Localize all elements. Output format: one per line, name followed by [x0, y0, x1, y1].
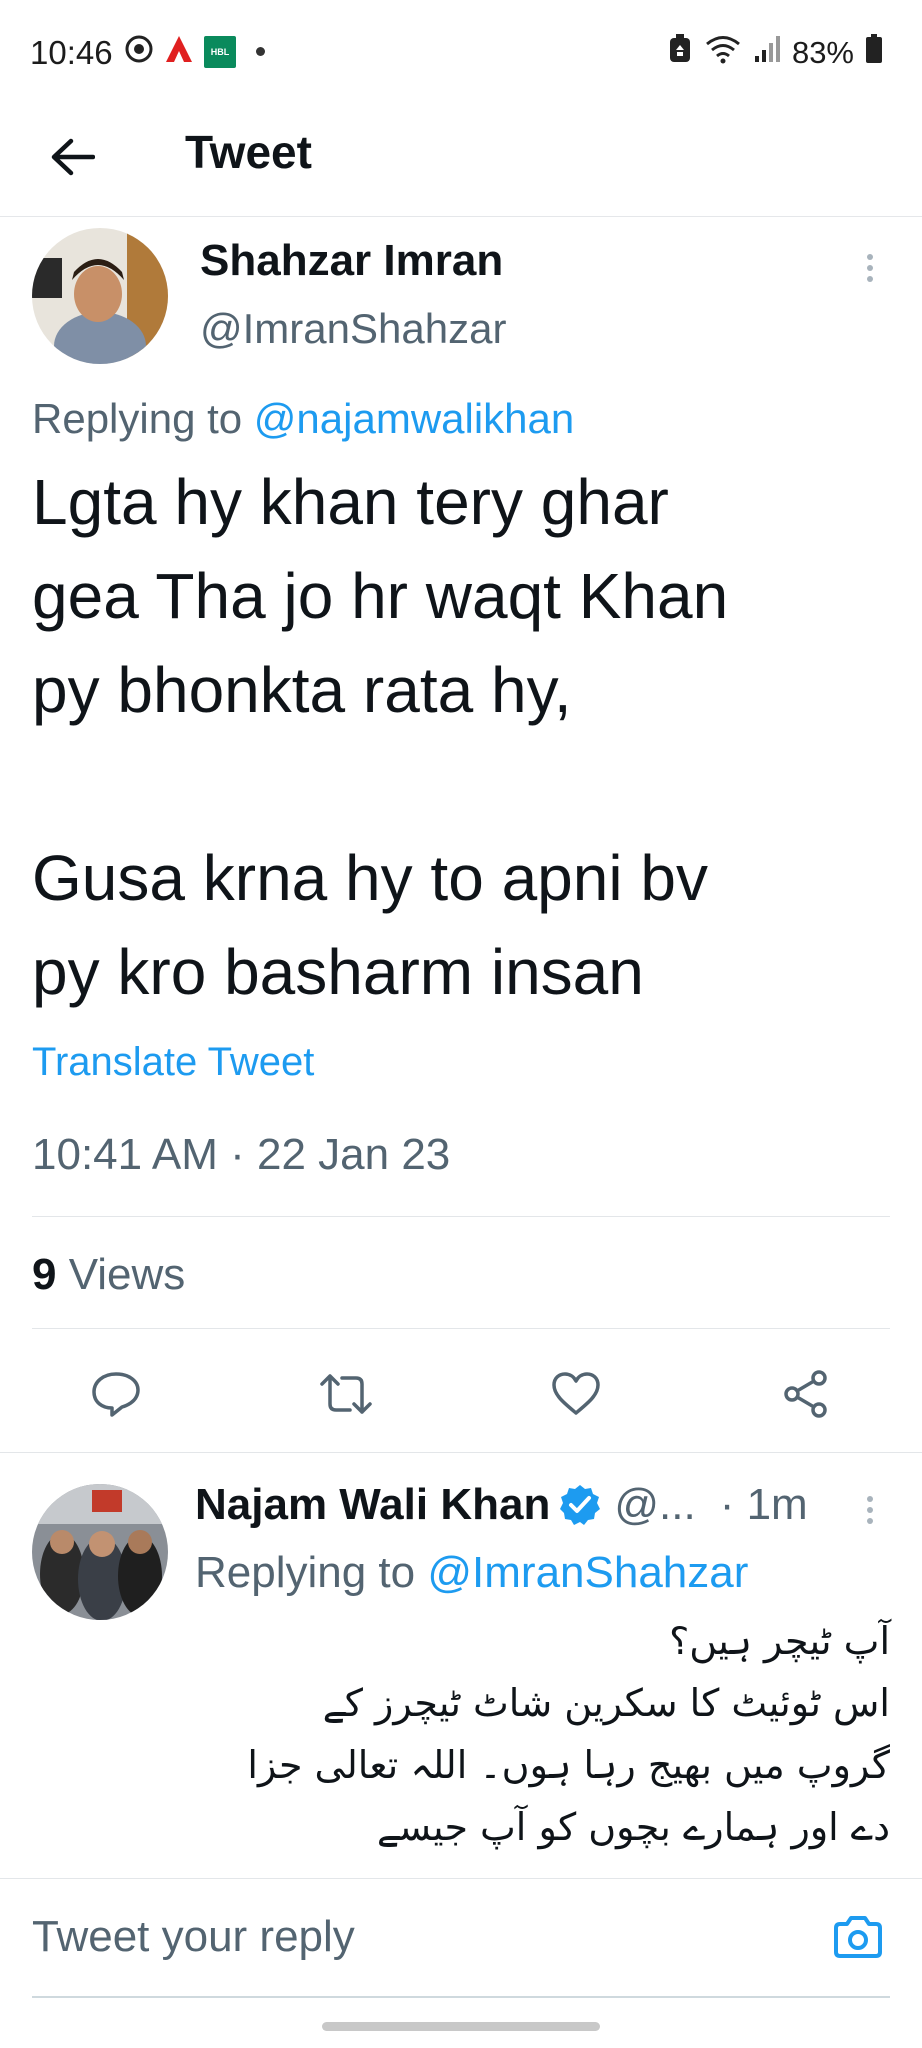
app-header: Tweet	[0, 105, 922, 217]
battery-percent: 83%	[791, 35, 854, 70]
tweet-timestamp[interactable]: 10:41 AM · 22 Jan 23	[32, 1130, 450, 1180]
status-right: 83%	[668, 34, 882, 72]
translate-tweet-link[interactable]: Translate Tweet	[32, 1040, 314, 1085]
reply-composer	[0, 1878, 922, 1998]
like-button[interactable]	[540, 1358, 612, 1430]
target-icon	[124, 34, 154, 69]
camera-icon	[834, 1916, 882, 1958]
reply-text: آپ ٹیچر ہیں؟ اس ٹوئیٹ کا سکرین شاٹ ٹیچرز…	[247, 1619, 890, 1849]
reply-header: Najam Wali Khan @... · 1m	[195, 1480, 808, 1530]
arrow-left-icon	[51, 138, 95, 176]
dot	[867, 1507, 873, 1513]
more-options-button[interactable]	[850, 248, 890, 288]
divider	[0, 1452, 922, 1453]
status-bar: 10:46 HBL 83%	[0, 0, 922, 105]
verified-badge-icon	[560, 1485, 601, 1525]
reply-author-handle[interactable]: @...	[614, 1480, 695, 1530]
divider	[32, 1216, 890, 1217]
status-time: 10:46	[30, 34, 113, 71]
share-button[interactable]	[770, 1358, 842, 1430]
reply-replying-to-handle[interactable]: @ImranShahzar	[427, 1548, 748, 1597]
reply-input-underline	[32, 1996, 890, 1998]
reply-more-options-button[interactable]	[850, 1490, 890, 1530]
heart-icon	[552, 1372, 600, 1415]
signal-icon	[754, 34, 780, 72]
reply-author-avatar[interactable]	[32, 1484, 168, 1620]
author-handle[interactable]: @ImranShahzar	[200, 305, 506, 353]
wifi-icon	[704, 34, 742, 72]
home-indicator[interactable]	[322, 2022, 600, 2031]
share-icon	[784, 1370, 827, 1418]
reply-replying-to: Replying to @ImranShahzar	[195, 1548, 748, 1598]
retweet-button[interactable]	[310, 1358, 382, 1430]
battery-icon	[866, 34, 882, 72]
views-count: 9	[32, 1250, 57, 1299]
camera-button[interactable]	[830, 1909, 886, 1965]
reply-time: · 1m	[719, 1480, 808, 1529]
adobe-icon	[164, 34, 194, 69]
tweet-text: Lgta hy khan tery ghar gea Tha jo hr waq…	[32, 466, 729, 1008]
recycle-icon	[668, 34, 692, 72]
views[interactable]: 9 Views	[32, 1250, 185, 1300]
author-avatar[interactable]	[32, 228, 168, 364]
replying-to: Replying to @najamwalikhan	[32, 395, 574, 443]
dot	[867, 254, 873, 260]
reply-button[interactable]	[80, 1358, 152, 1430]
retweet-icon	[320, 1374, 372, 1414]
notification-icons: HBL	[124, 34, 265, 69]
dot	[867, 276, 873, 282]
reply-replying-prefix: Replying to	[195, 1548, 416, 1597]
divider	[32, 1328, 890, 1329]
dot	[867, 265, 873, 271]
back-button[interactable]	[42, 127, 102, 187]
views-label: Views	[68, 1250, 186, 1299]
author-name[interactable]: Shahzar Imran	[200, 236, 503, 286]
dot	[867, 1518, 873, 1524]
replying-prefix: Replying to	[32, 395, 243, 442]
dot-icon	[256, 47, 265, 56]
page-title: Tweet	[185, 126, 312, 178]
dot	[867, 1496, 873, 1502]
reply-input[interactable]	[32, 1901, 812, 1973]
reply-icon	[92, 1372, 140, 1417]
hbl-icon: HBL	[204, 35, 236, 68]
reply-author-name[interactable]: Najam Wali Khan	[195, 1480, 550, 1530]
replying-to-handle[interactable]: @najamwalikhan	[254, 395, 574, 442]
